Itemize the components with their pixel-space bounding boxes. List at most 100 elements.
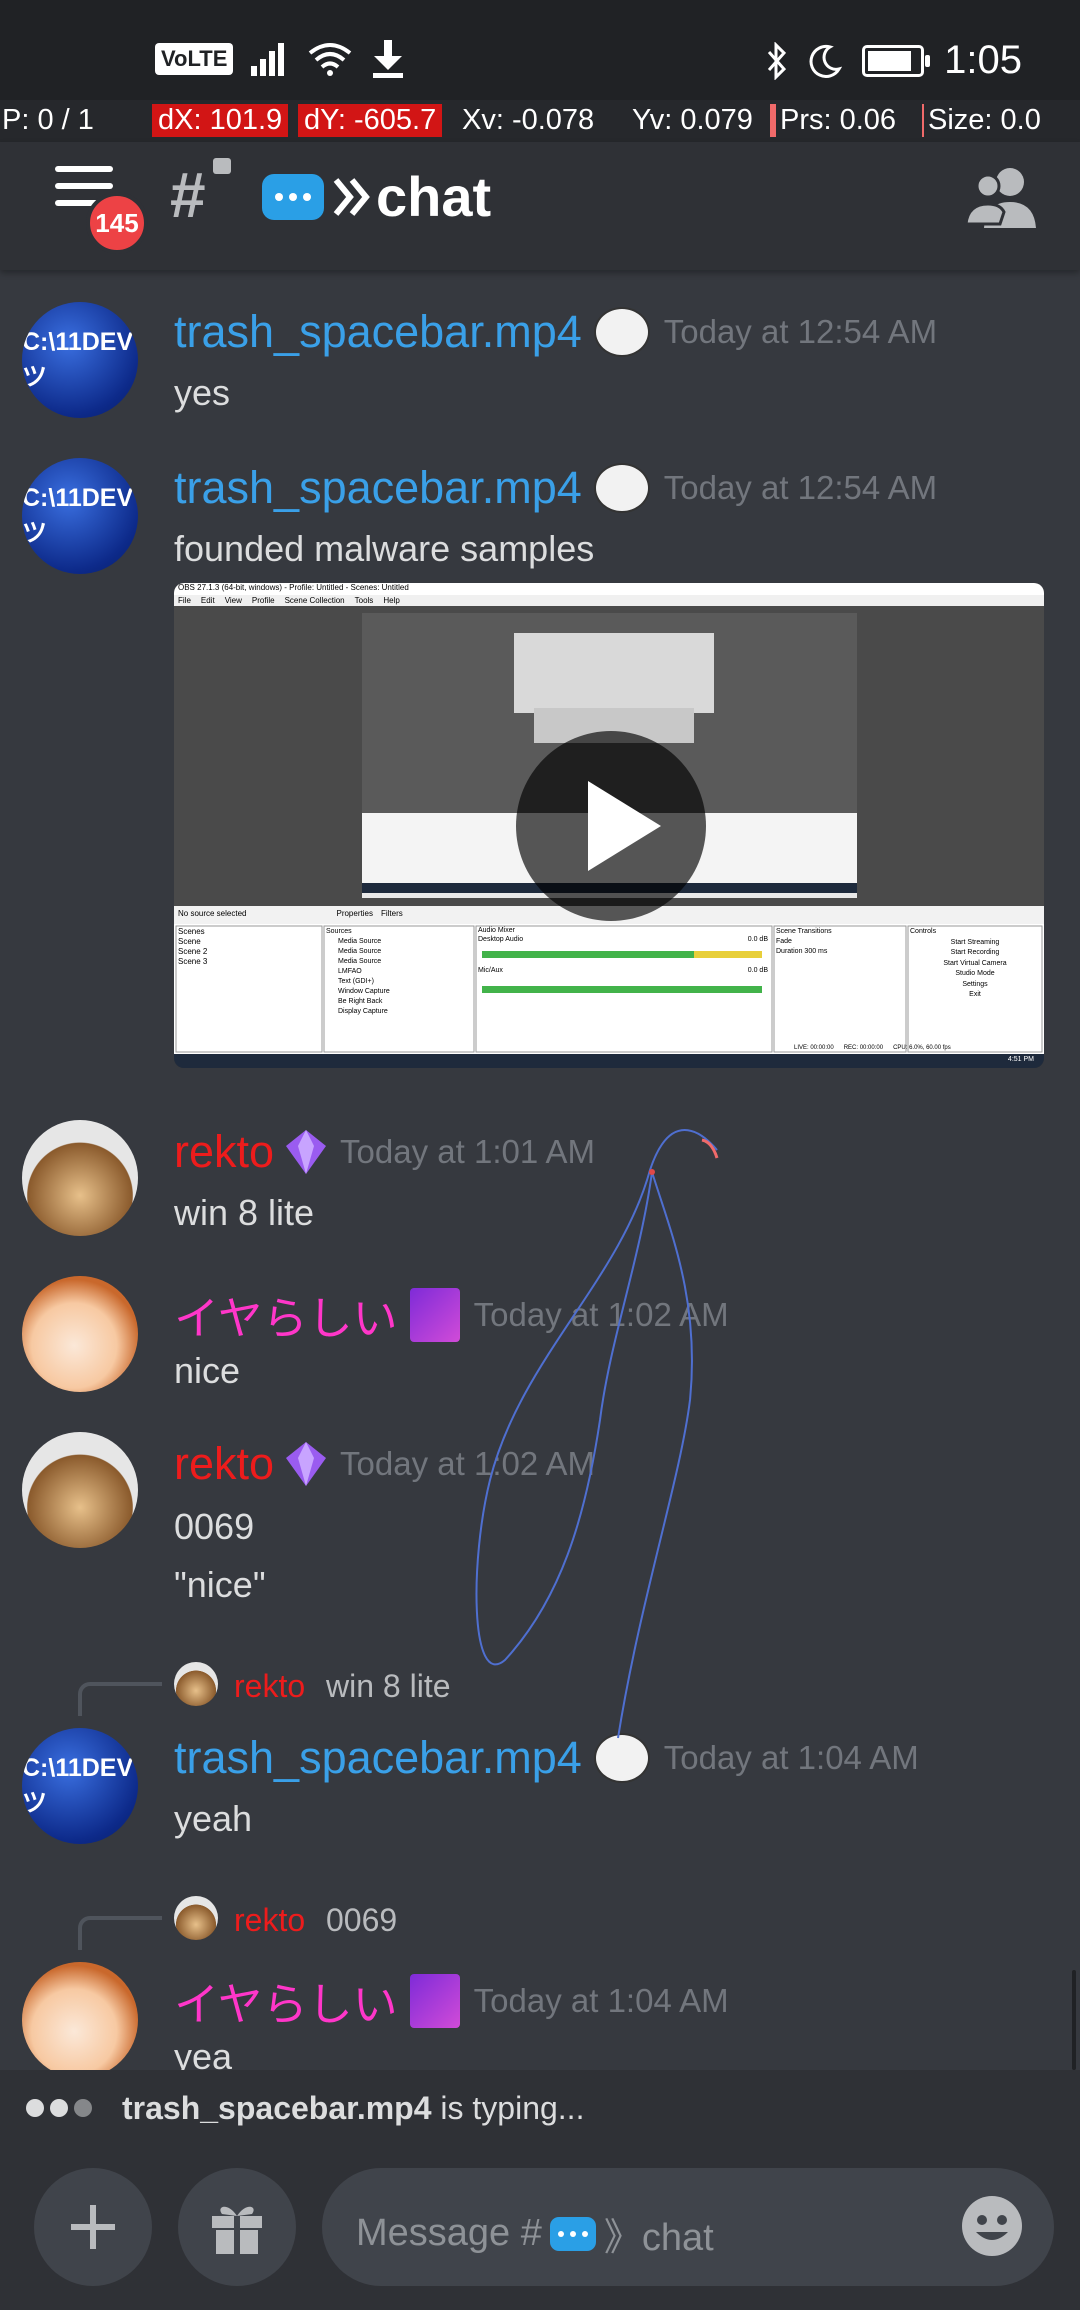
speech-bubble-icon xyxy=(549,2216,596,2251)
timestamp: Today at 1:02 AM xyxy=(340,1445,596,1482)
moon-icon xyxy=(809,44,843,78)
gift-icon xyxy=(212,2206,262,2254)
message-list[interactable]: C:\11DEVツ trash_spacebar.mp4 Today at 12… xyxy=(0,270,1080,2070)
obs-source-toolbar: No source selected Properties Filters xyxy=(178,909,403,918)
clock: 1:05 xyxy=(944,38,1022,82)
typing-suffix: is typing... xyxy=(431,2089,585,2126)
message-text: founded malware samples xyxy=(174,528,595,569)
debug-xv: Xv: -0.078 xyxy=(462,104,595,136)
wool-emoji-icon xyxy=(593,463,650,513)
lock-icon xyxy=(213,158,231,174)
play-icon[interactable] xyxy=(516,731,706,921)
status-left-icons: VoLTE xyxy=(155,40,405,78)
wool-emoji-icon xyxy=(593,1733,650,1783)
username[interactable]: trash_spacebar.mp4 xyxy=(174,306,582,358)
message-text: nice xyxy=(174,1350,241,1391)
typing-dots-icon xyxy=(26,2099,92,2117)
battery-icon xyxy=(862,44,931,77)
purple-gem-icon xyxy=(286,1442,327,1486)
status-right-icons: 1:05 xyxy=(766,38,1022,83)
username[interactable]: rekto xyxy=(174,1126,274,1178)
obs-menu: File Edit View Profile Scene Collection Tools… xyxy=(178,596,400,605)
reply-avatar xyxy=(174,1662,218,1706)
obs-audio-mixer: Audio Mixer Desktop Audio 0.0 dB Mic/Aux 0… xyxy=(478,927,768,974)
message-header: trash_spacebar.mp4 Today at 12:54 AM xyxy=(174,462,937,514)
wool-emoji-icon xyxy=(593,307,650,357)
bluetooth-icon xyxy=(768,41,787,80)
pointer-debug-overlay: P: 0 / 1 dX: 101.9 dY: -605.7 Xv: -0.078… xyxy=(0,100,1080,142)
obs-statusbar: LIVE: 00:00:00 REC: 00:00:00 CPU: 6.0%, 60… xyxy=(794,1045,951,1051)
wifi-icon xyxy=(309,43,352,76)
message-text: yeah xyxy=(174,1798,253,1839)
download-icon xyxy=(373,40,404,78)
avatar[interactable]: C:\11DEVツ xyxy=(22,458,138,574)
video-attachment[interactable]: OBS 27.1.3 (64-bit, windows) - Profile: … xyxy=(174,583,1044,1068)
obs-controls: Controls Start Streaming Start Recording… xyxy=(910,928,1007,998)
mention-badge: 145 xyxy=(86,192,148,254)
timestamp: Today at 1:04 AM xyxy=(663,1739,919,1776)
channel-name: chat xyxy=(376,165,492,228)
message-header: trash_spacebar.mp4 Today at 12:54 AM xyxy=(174,306,937,358)
channel-hash-icon: # xyxy=(170,159,206,231)
message-text: win 8 lite xyxy=(174,1192,315,1233)
message-header: rekto Today at 1:01 AM xyxy=(174,1126,595,1178)
timestamp: Today at 12:54 AM xyxy=(663,313,938,350)
debug-dx: dX: 101.9 xyxy=(152,104,289,137)
add-attachment-button[interactable] xyxy=(34,2168,152,2286)
message-header: イヤらしい Today at 1:04 AM xyxy=(174,1968,729,2033)
timestamp: Today at 1:02 AM xyxy=(473,1295,729,1333)
message-header: trash_spacebar.mp4 Today at 1:04 AM xyxy=(174,1732,919,1784)
plus-icon xyxy=(71,2205,115,2249)
avatar[interactable] xyxy=(22,1276,138,1392)
username[interactable]: trash_spacebar.mp4 xyxy=(174,1732,582,1784)
reply-connector xyxy=(78,1682,162,1716)
speech-bubble-icon xyxy=(262,173,324,220)
obs-sources-panel: Sources Media Source Media Source Media … xyxy=(326,928,390,1015)
reply-username[interactable]: rekto xyxy=(234,1902,305,1939)
purple-gem-icon xyxy=(286,1130,327,1174)
signal-icon xyxy=(251,43,285,76)
message-text: yes xyxy=(174,372,231,413)
username[interactable]: rekto xyxy=(174,1438,274,1490)
typing-user: trash_spacebar.mp4 xyxy=(122,2089,432,2126)
members-icon[interactable] xyxy=(964,162,1040,232)
composer-bar: Message # 》chat xyxy=(0,2146,1080,2310)
channel-header: 145 # chat xyxy=(0,142,1080,270)
avatar[interactable] xyxy=(22,1432,138,1548)
scrollbar[interactable] xyxy=(1072,1970,1076,2070)
avatar[interactable] xyxy=(22,1962,138,2070)
message-header: イヤらしい Today at 1:02 AM xyxy=(174,1282,729,1347)
channel-title: chat xyxy=(262,164,491,229)
timestamp: Today at 1:01 AM xyxy=(340,1133,596,1170)
message-header: rekto Today at 1:02 AM xyxy=(174,1438,595,1490)
volte-icon: VoLTE xyxy=(155,43,234,75)
obs-scenes-panel: Scenes Scene Scene 2 Scene 3 xyxy=(178,927,208,966)
debug-dy: dY: -605.7 xyxy=(298,104,443,137)
username[interactable]: イヤらしい xyxy=(174,1282,398,1347)
status-bar: VoLTE 1:05 xyxy=(0,0,1080,100)
timestamp: Today at 1:04 AM xyxy=(473,1981,729,2019)
avatar[interactable]: C:\11DEVツ xyxy=(22,302,138,418)
chevrons-icon xyxy=(333,177,370,216)
reply-connector xyxy=(78,1916,162,1950)
debug-pointer: P: 0 / 1 xyxy=(2,104,94,136)
emoji-icon[interactable] xyxy=(960,2194,1024,2258)
message-text: yea xyxy=(174,2036,233,2070)
reply-username[interactable]: rekto xyxy=(234,1668,305,1705)
reply-avatar xyxy=(174,1896,218,1940)
message-input[interactable]: Message # 》chat xyxy=(322,2168,1054,2286)
username[interactable]: イヤらしい xyxy=(174,1968,398,2033)
avatar[interactable]: C:\11DEVツ xyxy=(22,1728,138,1844)
debug-prs: Prs: 0.06 xyxy=(770,104,896,137)
debug-yv: Yv: 0.079 xyxy=(632,104,753,136)
avatar[interactable] xyxy=(22,1120,138,1236)
reply-text: 0069 xyxy=(326,1902,398,1938)
message-text: "nice" xyxy=(174,1564,266,1605)
obs-window-title: OBS 27.1.3 (64-bit, windows) - Profile: … xyxy=(178,583,409,592)
username[interactable]: trash_spacebar.mp4 xyxy=(174,462,582,514)
taskbar-clock: 4:51 PM xyxy=(1007,1056,1034,1063)
gift-button[interactable] xyxy=(178,2168,296,2286)
profile-emoji-icon xyxy=(409,1287,460,1342)
timestamp: Today at 12:54 AM xyxy=(663,469,938,506)
message-placeholder: Message # 》chat xyxy=(356,2212,714,2259)
